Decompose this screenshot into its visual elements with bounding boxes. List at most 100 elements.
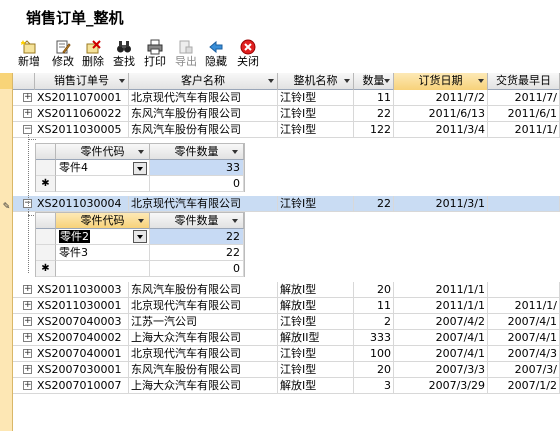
cell-order_date[interactable]: 2007/4/2 <box>394 314 488 330</box>
expand-icon[interactable]: + <box>23 317 32 326</box>
dropdown-arrow-icon[interactable] <box>133 230 147 243</box>
new-record-icon[interactable]: ✱ <box>36 261 56 277</box>
table-row[interactable]: + XS2007030001 东风汽车股份有限公司 江铃I型 20 2007/3/3 200… <box>13 362 560 378</box>
cell-order_date[interactable]: 2011/6/13 <box>394 106 488 122</box>
cell-model[interactable]: 解放II型 <box>278 330 354 346</box>
hide-button[interactable]: 隐藏 <box>203 36 229 72</box>
cell-customer[interactable]: 北京现代汽车有限公司 <box>129 298 278 314</box>
cell-delivery[interactable]: 2011/1/ <box>488 122 560 138</box>
cell-order[interactable]: XS2011060022 <box>35 106 129 122</box>
table-row[interactable]: + XS2011060022 东风汽车股份有限公司 江铃I型 22 2011/6/13 20… <box>13 106 560 122</box>
sub1-header-part-qty[interactable]: 零件数量 <box>150 144 244 160</box>
collapse-icon[interactable]: − <box>23 125 32 134</box>
cell-qty[interactable]: 333 <box>354 330 394 346</box>
cell-order_date[interactable]: 2011/1/1 <box>394 298 488 314</box>
cell-customer[interactable]: 北京现代汽车有限公司 <box>129 90 278 106</box>
cell-delivery[interactable]: 2007/1/2 <box>488 378 560 394</box>
sub2-part-code[interactable]: 零件3 <box>56 245 150 261</box>
cell-order[interactable]: XS2007040002 <box>35 330 129 346</box>
new-record-icon[interactable]: ✱ <box>36 176 56 192</box>
expand-icon[interactable]: + <box>23 301 32 310</box>
cell-model[interactable]: 江铃I型 <box>278 122 354 138</box>
cell-order[interactable]: XS2007010007 <box>35 378 129 394</box>
chevron-down-icon[interactable] <box>232 150 238 154</box>
cell-order_date[interactable]: 2011/1/1 <box>394 282 488 298</box>
cell-order_date[interactable]: 2007/4/1 <box>394 330 488 346</box>
cell-model[interactable]: 解放I型 <box>278 282 354 298</box>
cell-delivery[interactable]: 2011/7/ <box>488 90 560 106</box>
cell-qty[interactable]: 22 <box>354 196 394 212</box>
export-button[interactable]: 导出 <box>173 36 199 72</box>
chevron-down-icon[interactable] <box>138 150 144 154</box>
sub1-new-part-qty[interactable]: 0 <box>150 176 244 192</box>
sub1-header-part-code[interactable]: 零件代码 <box>56 144 150 160</box>
sub2-new-part-qty[interactable]: 0 <box>150 261 244 277</box>
cell-model[interactable]: 解放I型 <box>278 378 354 394</box>
cell-qty[interactable]: 22 <box>354 106 394 122</box>
select-all-corner[interactable] <box>0 73 12 89</box>
sub1-row-selector[interactable] <box>36 160 56 176</box>
sub2-part-qty[interactable]: 22 <box>150 229 244 245</box>
chevron-down-icon[interactable] <box>232 219 238 223</box>
column-header-qty[interactable]: 数量 <box>354 73 394 90</box>
cell-customer[interactable]: 江苏一汽公司 <box>129 314 278 330</box>
delete-button[interactable]: 删除 <box>80 36 106 72</box>
cell-delivery[interactable]: 2011/1/ <box>488 298 560 314</box>
cell-customer[interactable]: 东风汽车股份有限公司 <box>129 122 278 138</box>
expand-icon[interactable]: + <box>23 381 32 390</box>
cell-model[interactable]: 江铃I型 <box>278 362 354 378</box>
expand-icon[interactable]: + <box>23 109 32 118</box>
table-row[interactable]: − XS2011030005 东风汽车股份有限公司 江铃I型 122 2011/3/4 20… <box>13 122 560 138</box>
cell-order_date[interactable]: 2007/4/1 <box>394 346 488 362</box>
table-row[interactable]: + XS2011030003 东风汽车股份有限公司 解放I型 20 2011/1/1 <box>13 282 560 298</box>
table-row[interactable]: + XS2007010007 上海大众汽车有限公司 解放I型 3 2007/3/29 200… <box>13 378 560 394</box>
cell-order_date[interactable]: 2007/3/29 <box>394 378 488 394</box>
cell-order[interactable]: XS2011070001 <box>35 90 129 106</box>
cell-model[interactable]: 江铃I型 <box>278 314 354 330</box>
sub2-part-qty[interactable]: 22 <box>150 245 244 261</box>
cell-delivery[interactable]: 2007/4/1 <box>488 330 560 346</box>
print-button[interactable]: 打印 <box>142 36 168 72</box>
cell-qty[interactable]: 3 <box>354 378 394 394</box>
cell-customer[interactable]: 上海大众汽车有限公司 <box>129 378 278 394</box>
sub2-header-part-code[interactable]: 零件代码 <box>56 213 150 229</box>
cell-model[interactable]: 江铃I型 <box>278 90 354 106</box>
cell-order[interactable]: XS2007030001 <box>35 362 129 378</box>
table-row[interactable]: + XS2007040003 江苏一汽公司 江铃I型 2 2007/4/2 2007/4/1 <box>13 314 560 330</box>
table-row[interactable]: + XS2011030001 北京现代汽车有限公司 解放I型 11 2011/1/1 201… <box>13 298 560 314</box>
cell-delivery[interactable]: 2011/6/1 <box>488 106 560 122</box>
subdatasheet-corner[interactable] <box>36 213 56 229</box>
chevron-down-icon[interactable] <box>478 79 484 83</box>
cell-order[interactable]: XS2011030004 <box>35 196 129 212</box>
cell-delivery[interactable]: 2007/4/3 <box>488 346 560 362</box>
cell-model[interactable]: 江铃I型 <box>278 346 354 362</box>
cell-qty[interactable]: 11 <box>354 90 394 106</box>
cell-qty[interactable]: 11 <box>354 298 394 314</box>
cell-qty[interactable]: 20 <box>354 362 394 378</box>
sub2-header-part-qty[interactable]: 零件数量 <box>150 213 244 229</box>
cell-qty[interactable]: 122 <box>354 122 394 138</box>
cell-customer[interactable]: 东风汽车股份有限公司 <box>129 106 278 122</box>
column-header-delivery[interactable]: 交货最早日 <box>488 73 560 90</box>
sub2-row-selector[interactable] <box>36 229 56 245</box>
cell-model[interactable]: 江铃I型 <box>278 196 354 212</box>
cell-delivery[interactable] <box>488 196 560 212</box>
table-row[interactable]: + XS2007040002 上海大众汽车有限公司 解放II型 333 2007/4/1 2… <box>13 330 560 346</box>
table-row[interactable]: − XS2011030004 北京现代汽车有限公司 江铃I型 22 2011/3/1 <box>13 196 560 212</box>
expand-icon[interactable]: + <box>23 349 32 358</box>
find-button[interactable]: 查找 <box>111 36 137 72</box>
expand-icon[interactable]: + <box>23 365 32 374</box>
cell-order[interactable]: XS2011030003 <box>35 282 129 298</box>
cell-model[interactable]: 江铃I型 <box>278 106 354 122</box>
cell-customer[interactable]: 东风汽车股份有限公司 <box>129 362 278 378</box>
new-button[interactable]: 新增 <box>16 36 42 72</box>
record-selector-column[interactable]: ✎ <box>0 73 13 431</box>
close-button[interactable]: 关闭 <box>235 36 261 72</box>
cell-delivery[interactable]: 2007/4/1 <box>488 314 560 330</box>
cell-order[interactable]: XS2011030005 <box>35 122 129 138</box>
cell-order[interactable]: XS2007040003 <box>35 314 129 330</box>
cell-order_date[interactable]: 2007/3/3 <box>394 362 488 378</box>
cell-delivery[interactable]: 2007/3/ <box>488 362 560 378</box>
chevron-down-icon[interactable] <box>384 79 390 83</box>
chevron-down-icon[interactable] <box>344 79 350 83</box>
